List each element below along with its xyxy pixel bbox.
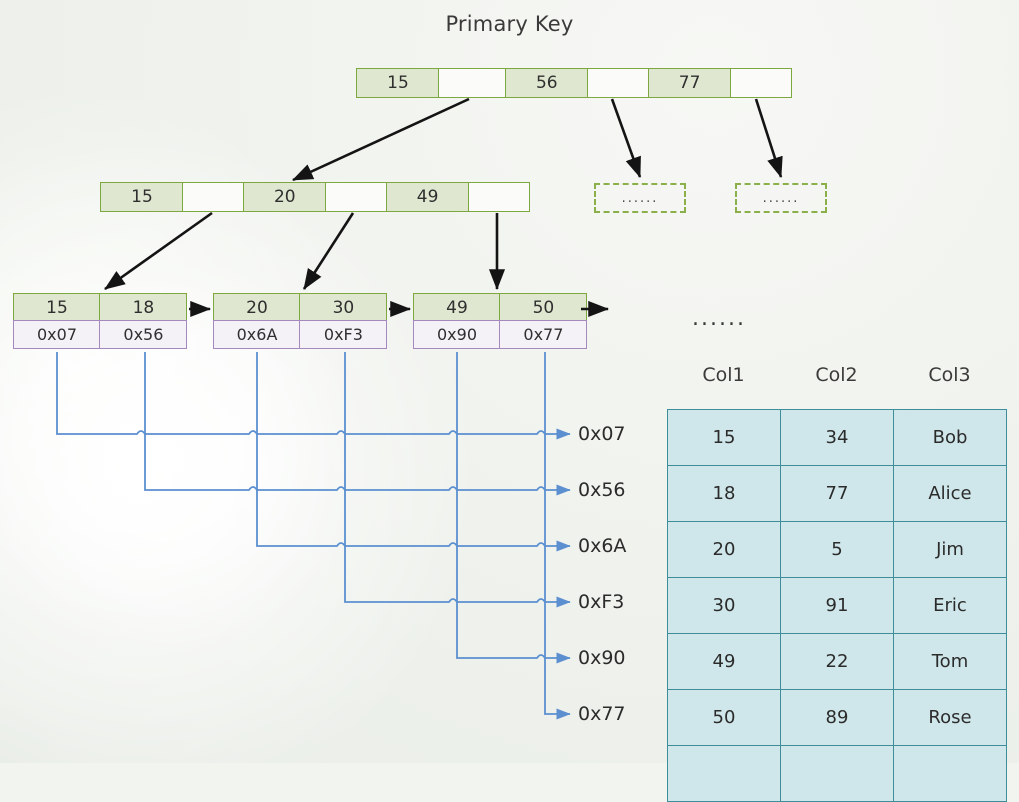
tree-edges-level1 (104, 211, 506, 291)
diagram-stage: Primary Key 15 56 77 15 20 49 ...... ...... … (0, 0, 1019, 802)
tree-edges-level0 (292, 97, 783, 182)
row-pointer-connectors (56, 352, 571, 720)
connector-overlay (56, 97, 783, 720)
